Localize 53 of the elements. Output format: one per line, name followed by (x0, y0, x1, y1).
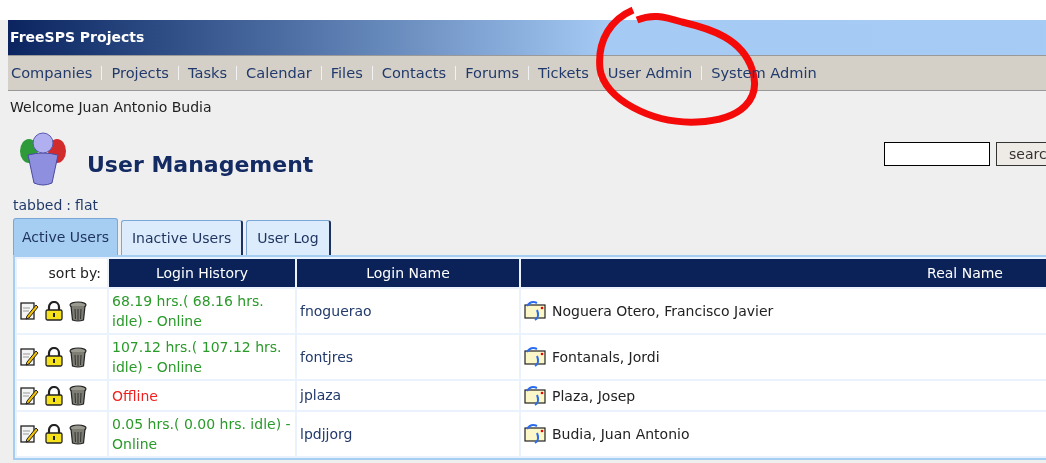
welcome-text: Welcome Juan Antonio Budia (10, 99, 212, 115)
nav-link[interactable]: Calendar (246, 62, 312, 84)
padlock-icon[interactable] (45, 301, 63, 321)
login-name-cell-text: lpdjjorg (299, 424, 354, 444)
login-history-cell-text: 68.19 hrs.( 68.16 hrs. idle) - Online (111, 292, 265, 331)
trash-can-icon[interactable] (69, 385, 87, 406)
nav-link[interactable]: Tickets (538, 62, 589, 84)
login-name-cell-text: fontjres (299, 347, 355, 367)
column-header[interactable]: Login History (109, 259, 295, 287)
tab[interactable]: Active Users (13, 218, 118, 255)
login-history-cell-text: 107.12 hrs.( 107.12 hrs. idle) - Online (111, 338, 283, 377)
real-name-cell-text: Noguera Otero, Francisco Javier (552, 302, 774, 321)
real-name-cell-text: Fontanals, Jordi (552, 348, 660, 367)
login-name-cell-text: jplaza (298, 386, 343, 405)
sort-label: sort by: (17, 259, 107, 287)
notepad-pencil-icon[interactable] (20, 385, 39, 406)
nav-link[interactable]: Companies (11, 62, 93, 84)
nav-link[interactable]: Tasks (188, 62, 228, 84)
trash-can-icon[interactable] (69, 423, 87, 445)
search-field[interactable] (884, 142, 990, 166)
trash-can-icon[interactable] (69, 346, 87, 368)
card-arrows-icon[interactable] (523, 423, 547, 445)
login-history-cell-text: Offline (111, 386, 159, 406)
separator-text: : (66, 197, 72, 213)
padlock-icon[interactable] (45, 347, 63, 367)
search-button[interactable]: searc (996, 142, 1046, 166)
trash-can-icon[interactable] (69, 300, 87, 322)
tab[interactable]: User Log (246, 220, 331, 255)
page-title: User Management (87, 150, 314, 179)
card-arrows-icon[interactable] (523, 384, 547, 407)
notepad-pencil-icon[interactable] (20, 424, 39, 444)
login-name-cell-text: fnoguerao (299, 301, 373, 321)
notepad-pencil-icon[interactable] (20, 347, 39, 367)
nav-link[interactable]: Contacts (381, 62, 447, 84)
tab[interactable]: Inactive Users (120, 220, 244, 255)
nav-link[interactable]: Forums (465, 62, 519, 84)
window-title: FreeSPS Projects (10, 28, 145, 47)
nav-link[interactable]: Files (330, 62, 363, 84)
column-header[interactable]: Login Name (297, 259, 519, 287)
column-header[interactable]: Real Name (521, 259, 1046, 287)
view-link[interactable]: tabbed (13, 197, 63, 213)
card-arrows-icon[interactable] (523, 300, 547, 322)
padlock-icon[interactable] (45, 424, 63, 444)
nav-link[interactable]: Projects (111, 62, 169, 84)
card-arrows-icon[interactable] (523, 346, 547, 368)
user-group-icon (18, 131, 68, 187)
padlock-icon[interactable] (45, 385, 63, 406)
nav-link[interactable]: User Admin (607, 62, 693, 84)
real-name-cell-text: Plaza, Josep (552, 386, 636, 406)
real-name-cell-text: Budia, Juan Antonio (552, 425, 690, 444)
login-history-cell-text: 0.05 hrs.( 0.00 hrs. idle) - Online (111, 415, 292, 454)
notepad-pencil-icon[interactable] (20, 301, 39, 321)
view-link[interactable]: flat (75, 197, 98, 213)
